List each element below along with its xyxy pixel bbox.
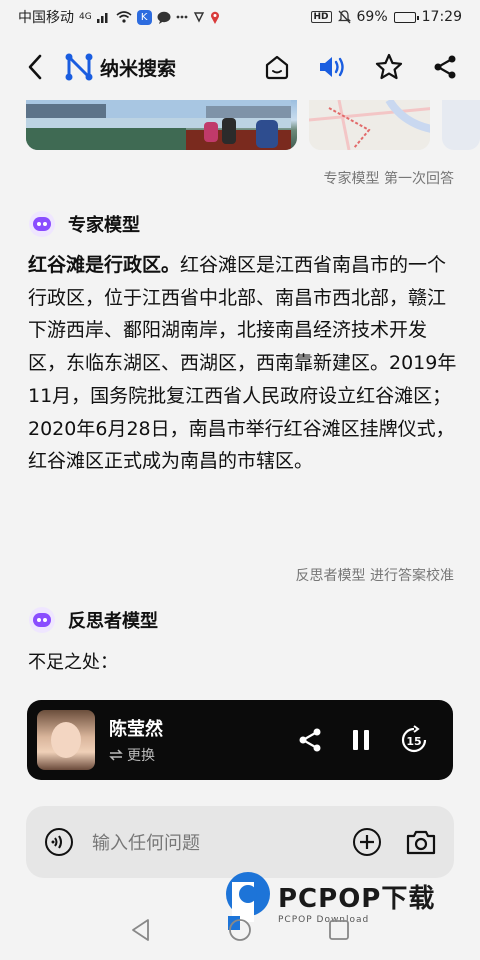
app-header: 纳米搜索: [0, 34, 480, 100]
message-icon: [157, 11, 171, 24]
answer-body: 红谷滩区是江西省南昌市的一个行政区，位于江西省中北部、南昌市西北部，赣江下游西岸…: [28, 254, 457, 473]
hd-badge: HD: [310, 11, 332, 23]
favorite-button[interactable]: [372, 50, 406, 84]
speaker-icon: [320, 57, 344, 77]
share-button[interactable]: [428, 50, 462, 84]
nami-logo-icon: [65, 53, 93, 81]
add-icon[interactable]: [352, 827, 382, 857]
signal-icon: [96, 13, 108, 23]
status-right: HD 69% 17:29: [310, 9, 462, 25]
robot-icon: [29, 211, 55, 237]
share-icon[interactable]: [297, 727, 323, 753]
nav-recents-icon[interactable]: [328, 919, 350, 941]
reflect-text: 不足之处：: [28, 652, 118, 673]
answer-lead: 红谷滩是行政区。: [28, 254, 181, 276]
speaker-button[interactable]: [316, 50, 350, 84]
robot-icon: [29, 607, 55, 633]
reflect-meta: 反思者模型 进行答案校准: [295, 568, 454, 584]
home-button[interactable]: [260, 50, 294, 84]
reflect-model-header: 反思者模型: [28, 606, 158, 634]
voice-player: 陈莹然 更换 15: [27, 700, 453, 780]
reflect-model-name: 反思者模型: [68, 611, 158, 632]
city-photo-image: [26, 100, 291, 150]
clock: 17:29: [421, 9, 462, 25]
nav-back-icon[interactable]: [130, 918, 152, 942]
pause-icon[interactable]: [351, 728, 371, 752]
star-icon: [375, 53, 403, 80]
voice-info: 陈莹然 更换: [109, 715, 163, 765]
status-bar: 中国移动 4G K HD 69% 17:29: [0, 0, 480, 34]
extra-image-card[interactable]: [442, 100, 480, 150]
voice-input-icon[interactable]: [44, 827, 74, 857]
replay-seconds: 15: [406, 735, 421, 748]
voice-avatar[interactable]: [37, 710, 95, 770]
battery-icon: [393, 11, 419, 23]
ellipsis-icon: [176, 15, 188, 19]
city-photo-card[interactable]: [26, 100, 297, 150]
location-icon: [210, 11, 219, 24]
battery-percent: 69%: [356, 9, 388, 25]
camera-icon[interactable]: [406, 829, 436, 855]
expert-model-name: 专家模型: [68, 215, 140, 236]
home-icon: [265, 55, 289, 80]
status-left: 中国移动 4G K: [18, 7, 220, 27]
player-controls: 15: [297, 725, 443, 755]
answer-meta: 专家模型 第一次回答: [323, 171, 454, 187]
map-image: [308, 100, 431, 150]
system-nav-bar: [0, 900, 480, 960]
nav-home-icon[interactable]: [228, 918, 252, 942]
switch-voice-button[interactable]: 更换: [109, 745, 163, 765]
image-strip: [26, 100, 480, 150]
avatar-face: [51, 722, 81, 758]
carrier-label: 中国移动: [18, 10, 74, 26]
header-actions: [260, 50, 462, 84]
wifi-icon: [116, 11, 132, 23]
question-input-placeholder[interactable]: 输入任何问题: [92, 829, 200, 855]
network-label: 4G: [79, 12, 92, 22]
map-card[interactable]: [308, 100, 431, 150]
swap-icon: [109, 749, 123, 761]
chevron-left-icon: [28, 54, 42, 80]
expert-model-header: 专家模型: [28, 210, 140, 238]
voice-name: 陈莹然: [109, 719, 163, 740]
expert-answer: 红谷滩是行政区。红谷滩区是江西省南昌市的一个行政区，位于江西省中北部、南昌市西北…: [28, 249, 458, 478]
share-icon: [434, 55, 456, 79]
app-title: 纳米搜索: [100, 57, 177, 80]
app-notify-icon: [193, 12, 204, 23]
replay-15-icon[interactable]: 15: [399, 725, 429, 755]
back-button[interactable]: [18, 50, 52, 84]
mute-icon: [337, 10, 351, 24]
switch-voice-label: 更换: [127, 748, 155, 764]
k-app-icon: K: [136, 9, 152, 25]
input-actions: [352, 827, 436, 857]
